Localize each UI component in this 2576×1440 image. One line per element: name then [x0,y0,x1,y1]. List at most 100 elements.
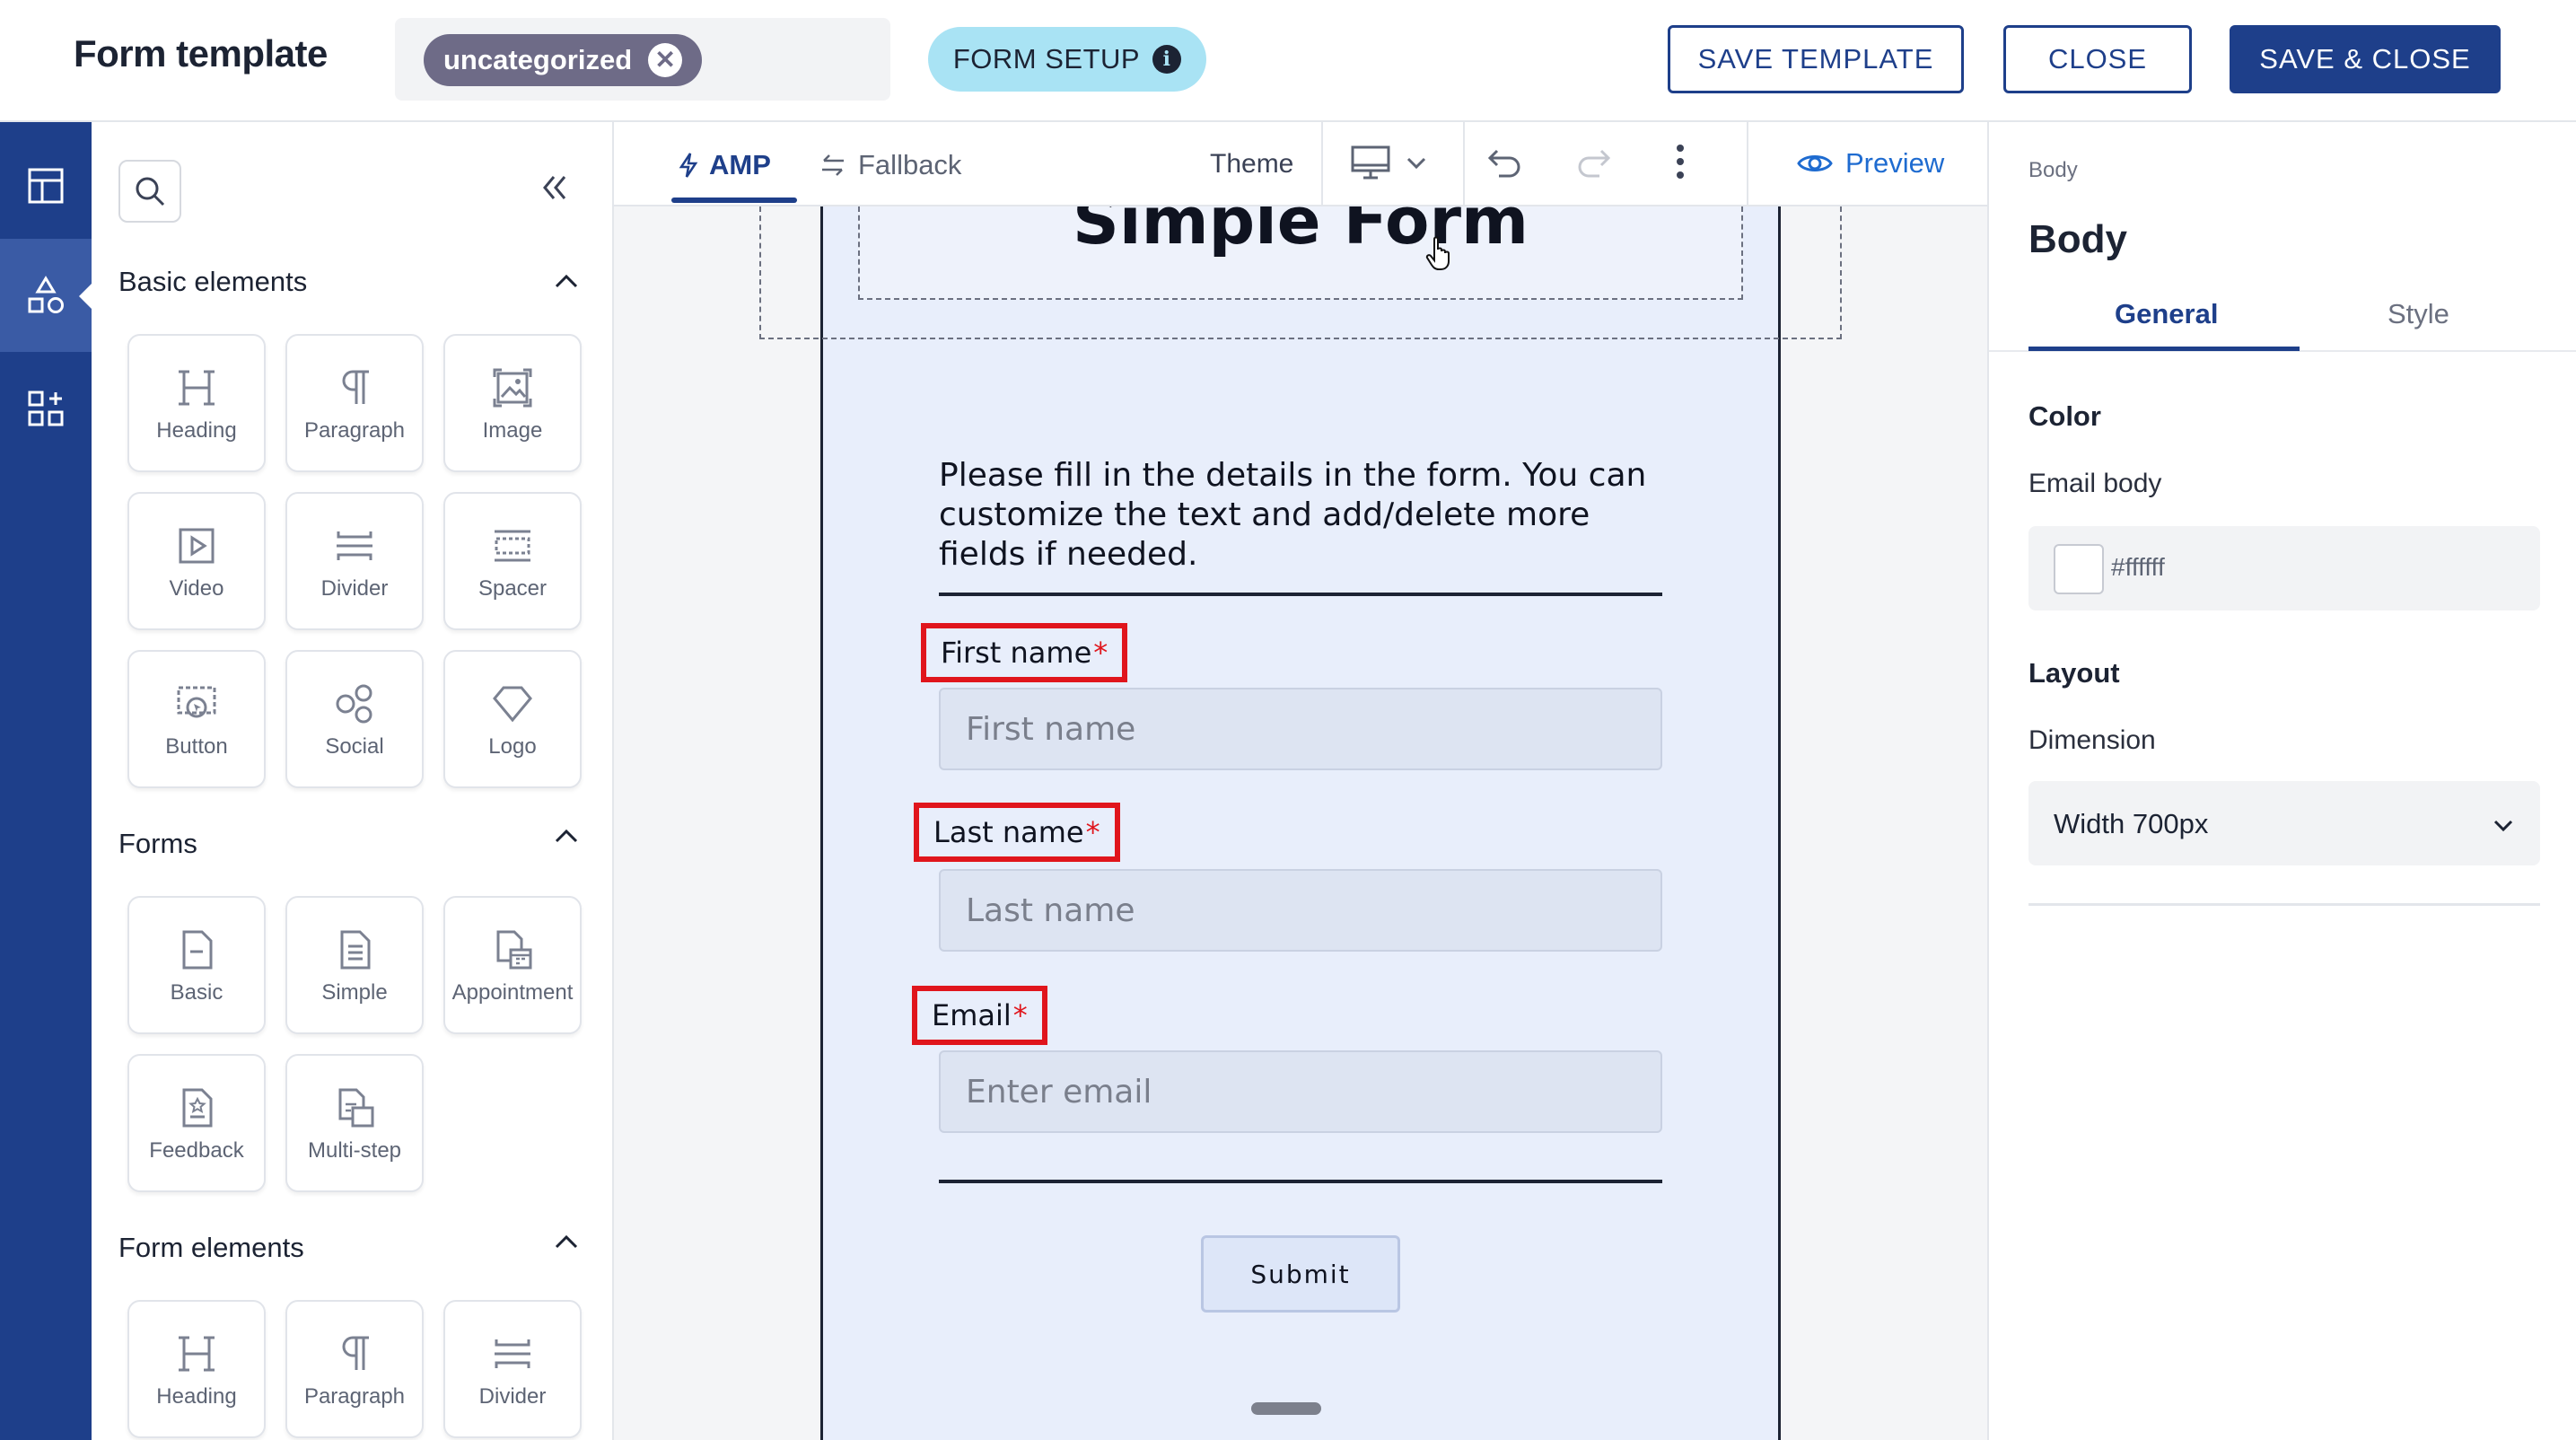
rail-item-elements[interactable] [0,239,92,352]
tile-multi-step-form[interactable]: Multi-step [285,1054,424,1192]
email-body-color-field[interactable]: #ffffff [2028,526,2540,610]
breadcrumb: Body [2028,158,2078,182]
category-field[interactable]: uncategorized ✕ [395,18,890,101]
toolbar-separator [1321,122,1323,205]
info-icon: i [1152,45,1182,74]
email-input[interactable]: Enter email [939,1050,1662,1133]
eye-icon [1797,155,1833,171]
tile-basic-form[interactable]: Basic [127,896,266,1034]
resize-handle[interactable] [1251,1402,1321,1415]
chevron-down-icon [1406,157,1426,170]
email-placeholder: Enter email [966,1073,1152,1111]
toolbar-separator [1747,122,1748,205]
last-name-label[interactable]: Last name * [914,803,1120,862]
tile-label: Image [482,418,543,443]
redo-icon[interactable] [1573,145,1612,181]
preview-button[interactable]: Preview [1797,147,1944,180]
double-chevron-left-icon[interactable] [540,172,569,208]
divider-line [939,593,1662,596]
color-heading: Color [2028,400,2101,432]
heading-icon [179,1336,215,1372]
save-and-close-button[interactable]: SAVE & CLOSE [2230,25,2501,93]
remove-tag-icon[interactable]: ✕ [648,43,683,77]
tile-label: Button [165,734,228,759]
properties-title: Body [2028,217,2127,261]
last-name-input[interactable]: Last name [939,869,1662,952]
tile-logo[interactable]: Logo [443,650,582,788]
search-button[interactable] [118,160,181,223]
chevron-up-icon[interactable] [553,1228,580,1255]
save-template-button[interactable]: SAVE TEMPLATE [1668,25,1964,93]
first-name-placeholder: First name [966,710,1136,748]
device-select[interactable] [1350,142,1427,183]
tile-label: Spacer [478,576,548,601]
tile-label: Paragraph [303,418,406,443]
chevron-up-icon[interactable] [553,822,580,849]
heading-icon [179,370,215,406]
tile-heading[interactable]: Heading [127,1300,266,1438]
tab-fallback-label: Fallback [858,149,962,180]
undo-icon[interactable] [1486,145,1526,181]
more-vertical-icon[interactable] [1673,142,1687,181]
paragraph-icon [342,1336,369,1370]
hand-cursor-icon [1425,236,1450,270]
image-icon [493,368,532,408]
tile-image[interactable]: Image [443,334,582,472]
close-button[interactable]: CLOSE [2003,25,2192,93]
editor-toolbar: AMP Fallback Theme Preview [614,122,1987,206]
tab-general[interactable]: General [2115,298,2218,330]
layout-heading: Layout [2028,657,2120,689]
tab-amp[interactable]: AMP [679,149,771,181]
top-bar: Form template uncategorized ✕ FORM SETUP… [0,0,2576,122]
tile-label: Appointment [451,980,574,1005]
tile-simple-form[interactable]: Simple [285,896,424,1034]
field-label-text: First name [941,636,1092,670]
submit-button[interactable]: Submit [1201,1235,1400,1313]
tile-video[interactable]: Video [127,492,266,630]
dimension-select[interactable]: Width 700px [2028,781,2540,865]
first-name-label[interactable]: First name * [921,623,1128,682]
form-title: Simple Form [1073,206,1529,259]
category-tag[interactable]: uncategorized ✕ [424,34,703,86]
tile-label: Divider [478,1384,547,1409]
dimension-label: Dimension [2028,725,2156,755]
tile-divider[interactable]: Divider [443,1300,582,1438]
tile-paragraph[interactable]: Paragraph [285,334,424,472]
desktop-icon [1351,145,1390,180]
tab-fallback[interactable]: Fallback [819,149,961,181]
color-swatch[interactable] [2054,544,2104,594]
multi-step-form-icon [338,1088,374,1128]
section-title-forms: Forms [118,828,197,859]
properties-panel: Body Body General Style Color Email body… [1987,122,2576,1440]
rail-item-apps[interactable] [0,352,92,465]
logo-icon [493,686,532,723]
tile-divider[interactable]: Divider [285,492,424,630]
last-name-placeholder: Last name [966,891,1135,929]
tile-social[interactable]: Social [285,650,424,788]
email-label[interactable]: Email * [912,986,1047,1045]
tab-style[interactable]: Style [2388,298,2449,330]
theme-button[interactable]: Theme [1210,149,1293,180]
form-setup-button[interactable]: FORM SETUP i [928,27,1206,92]
heading-block[interactable]: Simple Form [858,206,1743,300]
left-rail [0,122,92,1440]
form-intro-text[interactable]: Please fill in the details in the form. … [939,456,1675,575]
tile-button[interactable]: Button [127,650,266,788]
search-icon [136,177,165,206]
tile-label: Video [169,576,224,601]
tile-paragraph[interactable]: Paragraph [285,1300,424,1438]
section-title-basic-elements: Basic elements [118,266,308,297]
tile-spacer[interactable]: Spacer [443,492,582,630]
first-name-input[interactable]: First name [939,688,1662,770]
tile-label: Multi-step [307,1138,402,1163]
tile-appointment-form[interactable]: Appointment [443,896,582,1034]
chevron-down-icon [2493,820,2513,832]
chevron-up-icon[interactable] [553,268,580,294]
email-body-label: Email body [2028,469,2162,498]
feedback-form-icon [182,1088,213,1128]
preview-label: Preview [1845,147,1945,179]
required-mark: * [1093,636,1108,670]
rail-item-layout[interactable] [0,129,92,242]
tile-feedback-form[interactable]: Feedback [127,1054,266,1192]
tile-heading[interactable]: Heading [127,334,266,472]
